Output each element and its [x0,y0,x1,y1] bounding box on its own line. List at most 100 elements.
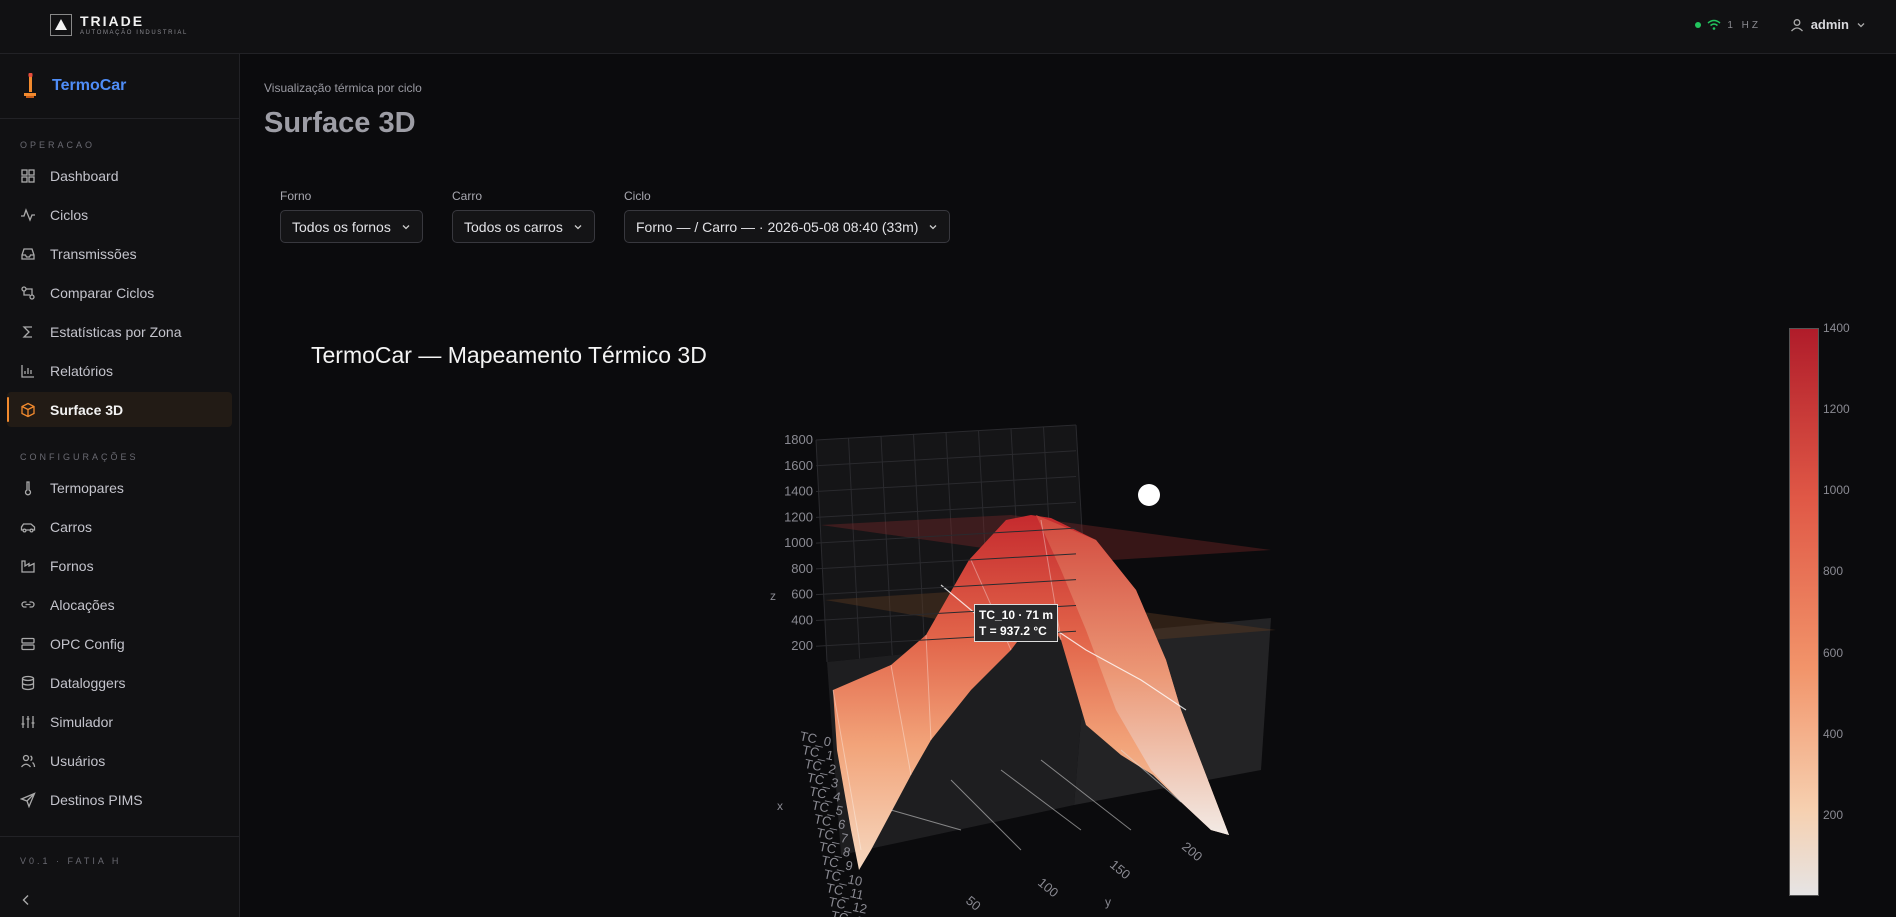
z-tick-label: 400 [791,612,813,627]
torch-icon [24,73,36,98]
nav-label: Fornos [50,557,94,574]
tooltip-line-2: T = 937.2 °C [979,624,1047,638]
forno-select[interactable]: Todos os fornos [280,210,423,243]
nav-destinos-pims[interactable]: Destinos PIMS [7,782,232,817]
z-axis-label: z [770,589,776,603]
bar-chart-icon [21,364,34,378]
colorbar [1789,328,1819,896]
nav-label: Transmissões [50,245,137,262]
sidebar: TermoCar OPERACAO Dashboard Ciclos Trans… [0,54,240,917]
z-tick-label: 600 [791,587,813,602]
nav-carros[interactable]: Carros [7,509,232,544]
nav-label: Carros [50,518,93,535]
nav-label: Ciclos [50,206,89,223]
brand-logo[interactable]: TRIADE AUTOMAÇÃO INDUSTRIAL [50,13,188,36]
nav-label: Usuários [50,752,106,769]
nav-transmissoes[interactable]: Transmissões [7,236,232,271]
nav-dashboard[interactable]: Dashboard [7,158,232,193]
chevron-down-icon [930,224,937,229]
nav-label: Dataloggers [50,674,126,691]
section-configuracoes: CONFIGURAÇÕES [20,452,139,462]
nav-label: Alocações [50,596,115,613]
surface-3d-plot[interactable]: 20040060080010001200140016001800 TC_0TC_… [741,410,1301,917]
tooltip-line-1: TC_10 · 71 m [979,608,1054,622]
colorbar-tick-label: 200 [1823,807,1844,822]
nav-simulador[interactable]: Simulador [7,704,232,739]
z-tick-label: 800 [791,561,813,576]
nav-label: Surface 3D [50,401,124,418]
colorbar-tick-label: 400 [1823,726,1844,741]
nav-label: Comparar Ciclos [50,284,155,301]
nav-ciclos[interactable]: Ciclos [7,197,232,232]
z-tick-label: 1200 [784,509,813,524]
brand-subtitle: AUTOMAÇÃO INDUSTRIAL [80,30,188,36]
y-tick-label: 150 [1107,857,1133,882]
compare-icon [21,285,35,300]
y-tick-label: 200 [1179,839,1205,864]
users-icon [20,754,36,767]
chevron-down-icon [574,224,582,229]
sliders-icon [21,715,35,728]
z-tick-label: 1000 [784,535,813,550]
version-label: V0.1 · FATIA H [20,856,122,866]
forno-label: Forno [280,189,312,203]
drag-handle[interactable] [1138,484,1160,506]
refresh-rate: 1 HZ [1727,19,1761,31]
nav-dataloggers[interactable]: Dataloggers [7,665,232,700]
nav-comparar-ciclos[interactable]: Comparar Ciclos [7,275,232,310]
triangle-logo-icon [50,13,72,36]
nav-label: Destinos PIMS [50,791,143,808]
nav-surface-3d[interactable]: Surface 3D [7,392,232,427]
carro-label: Carro [452,189,483,203]
colorbar-tick-label: 1400 [1823,321,1850,335]
nav-estatisticas-zona[interactable]: Estatísticas por Zona [7,314,232,349]
nav-termopares[interactable]: Termopares [7,470,232,505]
send-icon [20,791,36,808]
section-operacao: OPERACAO [20,140,96,150]
nav-usuarios[interactable]: Usuários [7,743,232,778]
database-icon [21,675,35,690]
nav-label: Dashboard [50,167,119,184]
nav-fornos[interactable]: Fornos [7,548,232,583]
x-axis-label: x [777,799,783,813]
y-axis-label: y [1105,895,1111,909]
z-tick-label: 1800 [784,432,813,447]
link-icon [21,600,35,608]
z-tick-label: 1400 [784,484,813,499]
user-menu[interactable]: admin [1790,17,1866,32]
thermometer-icon [24,480,32,495]
ciclo-label: Ciclo [624,189,651,203]
chevron-down-icon [402,224,410,229]
page-title: Surface 3D [264,107,416,139]
chevron-down-icon [1857,22,1865,27]
wifi-icon [1707,19,1721,30]
nav-label: Simulador [50,713,114,730]
nav-label: Relatórios [50,362,114,379]
user-icon [1790,18,1803,31]
nav-opc-config[interactable]: OPC Config [7,626,232,661]
activity-icon [21,207,35,222]
y-axis-ticks: 50 100 150 200 [963,839,1205,914]
carro-value: Todos os carros [464,218,563,235]
cube-icon [21,402,35,417]
nav-alocacoes[interactable]: Alocações [7,587,232,622]
nav-label: Termopares [50,479,124,496]
colorbar-tick-label: 600 [1823,645,1844,660]
z-tick-label: 200 [791,638,813,653]
y-tick-label: 100 [1035,875,1061,900]
ciclo-value: Forno — / Carro — · 2026-05-08 08:40 (33… [636,218,919,235]
car-icon [20,522,36,533]
sidebar-divider [0,836,240,837]
chevron-left-icon[interactable] [18,892,34,908]
status-dot-icon [1695,22,1702,28]
carro-select[interactable]: Todos os carros [452,210,595,243]
user-name: admin [1810,17,1849,32]
nav-relatorios[interactable]: Relatórios [7,353,232,388]
app-title[interactable]: TermoCar [0,54,239,119]
filter-forno: Forno Todos os fornos [280,189,423,243]
hover-tooltip: TC_10 · 71 m T = 937.2 °C [974,604,1059,642]
colorbar-tick-label: 1200 [1823,402,1850,417]
ciclo-select[interactable]: Forno — / Carro — · 2026-05-08 08:40 (33… [624,210,951,243]
brand-name: TRIADE [80,13,145,29]
inbox-icon [21,247,35,260]
